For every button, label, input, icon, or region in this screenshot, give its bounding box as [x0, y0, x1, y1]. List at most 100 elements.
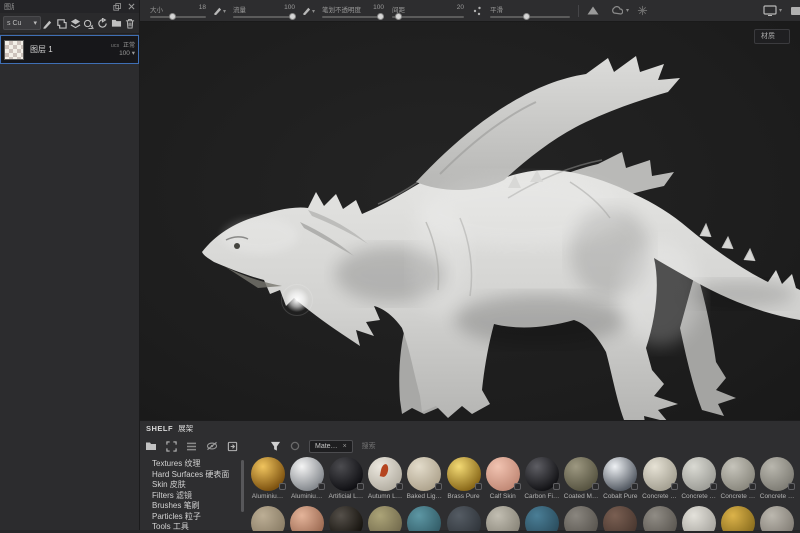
material-sphere-thumbnail[interactable]: [289, 457, 325, 491]
active-filter-chip[interactable]: Mate… ×: [309, 439, 353, 453]
delete-layer-icon[interactable]: [125, 18, 135, 29]
material-sphere-thumbnail[interactable]: [720, 506, 755, 531]
shelf-category-item[interactable]: Filters 滤镜: [152, 491, 246, 502]
material-swatch[interactable]: Concrete …: [679, 457, 718, 500]
stroke-opacity-slider[interactable]: [322, 12, 385, 20]
material-sphere-thumbnail[interactable]: [524, 506, 559, 531]
3d-viewport[interactable]: 大小 18 ▾ 流量 100 ▾ 笔划不透明度 100 间距 20 平滑 ▾ ▾…: [140, 0, 800, 420]
size-pressure-toggle[interactable]: ▾: [213, 6, 226, 15]
flow-slider[interactable]: [233, 12, 296, 20]
material-swatch[interactable]: [248, 506, 287, 531]
material-sphere-thumbnail[interactable]: [524, 457, 560, 491]
material-sphere-thumbnail[interactable]: [760, 457, 796, 491]
material-swatch[interactable]: Concrete …: [758, 457, 797, 500]
symmetry-icon[interactable]: [611, 5, 624, 16]
lazy-mouse-icon[interactable]: [637, 5, 648, 16]
layer-opacity[interactable]: 100 ▾: [111, 50, 135, 58]
material-swatch[interactable]: Artificial L…: [326, 457, 365, 500]
scatter-dots-icon[interactable]: [472, 6, 482, 16]
material-swatch[interactable]: Aluminiu…: [248, 457, 287, 500]
material-sphere-thumbnail[interactable]: [407, 506, 442, 531]
close-panel-icon[interactable]: [128, 3, 135, 10]
material-sphere-thumbnail[interactable]: [328, 457, 364, 491]
shelf-category-item[interactable]: Hard Surfaces 硬表面: [152, 470, 246, 481]
shelf-category-item[interactable]: Tools 工具: [152, 522, 246, 533]
material-sphere-thumbnail[interactable]: [681, 506, 716, 531]
display-settings-icon[interactable]: [763, 5, 777, 16]
material-swatch[interactable]: Concrete …: [718, 457, 757, 500]
hide-labels-icon[interactable]: [206, 441, 218, 451]
expand-view-icon[interactable]: [166, 440, 177, 452]
material-sphere-thumbnail[interactable]: [446, 457, 482, 491]
material-sphere-thumbnail[interactable]: [446, 506, 481, 531]
material-sphere-thumbnail[interactable]: [603, 457, 639, 491]
material-sphere-thumbnail[interactable]: [250, 457, 286, 491]
flow-pressure-toggle[interactable]: ▾: [302, 6, 315, 15]
material-swatch[interactable]: [601, 506, 640, 531]
material-swatch[interactable]: [405, 506, 444, 531]
material-swatch[interactable]: Calf Skin: [483, 457, 522, 500]
material-sphere-thumbnail[interactable]: [407, 457, 443, 491]
material-swatch[interactable]: [758, 506, 797, 531]
spacing-slider[interactable]: [392, 12, 465, 20]
smoothing-control[interactable]: 平滑: [490, 0, 571, 21]
list-view-icon[interactable]: [186, 442, 197, 451]
import-resources-icon[interactable]: [227, 441, 238, 452]
material-swatch[interactable]: Carbon Fi…: [522, 457, 561, 500]
material-sphere-thumbnail[interactable]: [250, 506, 285, 531]
material-sphere-thumbnail[interactable]: [289, 506, 324, 531]
material-sphere-thumbnail[interactable]: [564, 457, 600, 491]
category-scrollbar[interactable]: [241, 460, 244, 512]
material-sphere-thumbnail[interactable]: [642, 506, 677, 531]
material-sphere-thumbnail[interactable]: [564, 506, 599, 531]
material-swatch[interactable]: [679, 506, 718, 531]
filter-funnel-icon[interactable]: [270, 441, 281, 452]
add-paint-layer-icon[interactable]: [42, 18, 53, 29]
camera-settings-icon[interactable]: [790, 5, 800, 16]
material-swatch[interactable]: Cobalt Pure: [601, 457, 640, 500]
shelf-category-item[interactable]: Skin 皮肤: [152, 480, 246, 491]
layer-row[interactable]: 图层 1 ucs 正常 100 ▾: [0, 35, 139, 64]
material-sphere-thumbnail[interactable]: [642, 457, 678, 491]
material-sphere-thumbnail[interactable]: [681, 457, 717, 491]
material-swatch[interactable]: Aluminiu…: [287, 457, 326, 500]
material-sphere-thumbnail[interactable]: [328, 506, 363, 531]
undock-panel-icon[interactable]: [113, 2, 121, 11]
shelf-category-item[interactable]: Textures 纹理: [152, 459, 246, 470]
viewport-shading-mode[interactable]: 材质: [754, 29, 790, 44]
filter-scope-icon[interactable]: [290, 441, 300, 451]
material-swatch[interactable]: Coated M…: [562, 457, 601, 500]
shelf-category-item[interactable]: Particles 粒子: [152, 512, 246, 523]
shelf-category-item[interactable]: Brushes 笔刷: [152, 501, 246, 512]
material-swatch[interactable]: [522, 506, 561, 531]
alignment-icon[interactable]: [587, 6, 599, 15]
material-swatch[interactable]: [562, 506, 601, 531]
folder-icon[interactable]: [111, 18, 122, 28]
material-sphere-thumbnail[interactable]: [485, 506, 520, 531]
material-swatch[interactable]: Autumn L…: [366, 457, 405, 500]
remove-filter-icon[interactable]: ×: [343, 443, 347, 450]
material-swatch[interactable]: [483, 506, 522, 531]
material-swatch[interactable]: Baked Lig…: [405, 457, 444, 500]
add-mask-icon[interactable]: [83, 18, 95, 29]
material-sphere-thumbnail[interactable]: [603, 506, 638, 531]
material-sphere-thumbnail[interactable]: [368, 457, 404, 491]
material-swatch[interactable]: Brass Pure: [444, 457, 483, 500]
material-swatch[interactable]: [718, 506, 757, 531]
shelf-search-input[interactable]: 搜索: [362, 441, 376, 451]
material-swatch[interactable]: [287, 506, 326, 531]
smoothing-slider[interactable]: [490, 12, 571, 20]
brush-size-control[interactable]: 大小 18: [150, 0, 206, 21]
material-swatch[interactable]: Concrete …: [640, 457, 679, 500]
material-swatch[interactable]: [640, 506, 679, 531]
brush-flow-control[interactable]: 流量 100: [233, 0, 296, 21]
material-sphere-thumbnail[interactable]: [760, 506, 795, 531]
channel-select-dropdown[interactable]: s Cu ▾: [3, 16, 41, 30]
size-slider[interactable]: [150, 12, 206, 20]
material-sphere-thumbnail[interactable]: [720, 457, 756, 491]
material-swatch[interactable]: [444, 506, 483, 531]
material-sphere-thumbnail[interactable]: [485, 457, 521, 491]
add-fill-layer-icon[interactable]: [56, 18, 67, 29]
add-smart-material-icon[interactable]: [97, 17, 108, 29]
layer-thumbnail[interactable]: [4, 39, 24, 60]
